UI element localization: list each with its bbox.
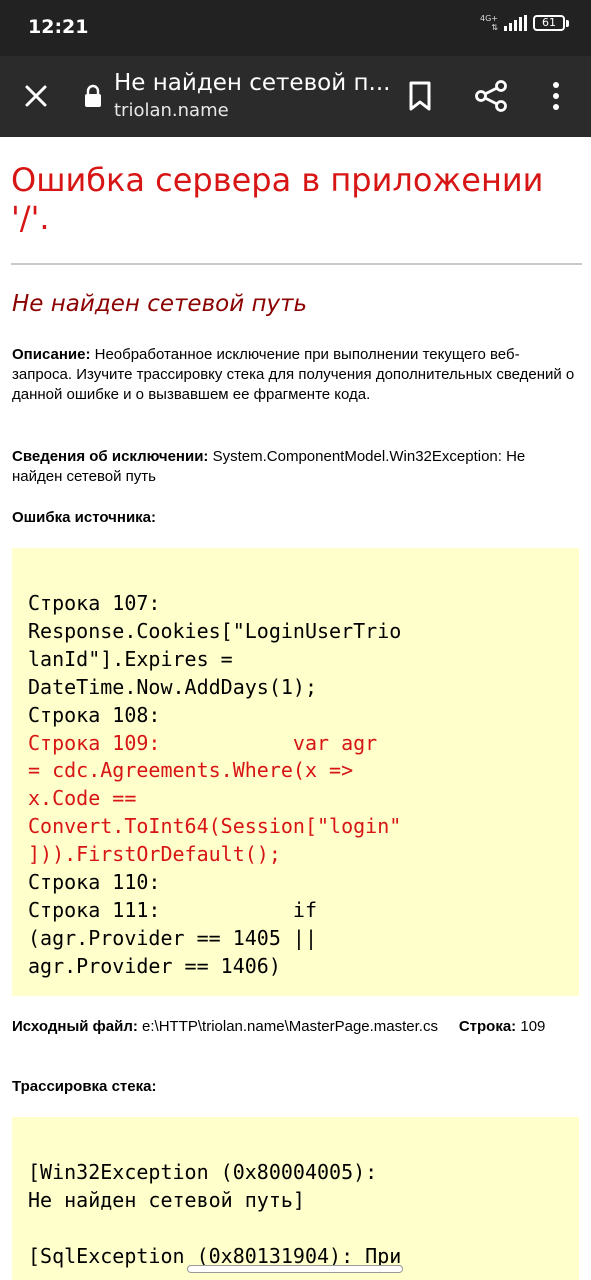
source-error-label: Ошибка источника: [12,509,157,526]
error-code-line: = cdc.Agreements.Where(x => [28,758,354,783]
status-time: 12:21 [28,16,89,38]
error-heading: Ошибка сервера в приложении '/'. [11,161,544,237]
divider [11,263,582,265]
code-line: (agr.Provider == 1405 || [28,925,317,950]
error-subheading: Не найден сетевой путь [12,291,308,317]
source-code-block: Строка 107: Response.Cookies["LoginUserT… [12,548,579,996]
battery-icon: 61 [533,15,569,31]
exception-paragraph: Сведения об исключении: System.Component… [12,447,578,487]
code-line: DateTime.Now.AddDays(1); [28,674,317,699]
code-line: agr.Provider == 1406) [28,953,281,978]
code-line: Response.Cookies["LoginUserTrio [28,618,402,643]
code-line: Строка 107: [28,591,161,615]
code-line: Строка 108: [28,702,161,727]
network-type-icon: 4G+ ⇅ [480,14,498,32]
share-icon[interactable] [473,78,509,114]
error-code-line: x.Code == [28,786,137,811]
code-line: Строка 110: [28,870,161,895]
exception-label: Сведения об исключении: [12,448,209,465]
line-label: Строка: [458,1018,517,1035]
gesture-navigation-bar[interactable] [188,1266,402,1272]
source-file-path: e:\HTTP\triolan.name\MasterPage.master.c… [142,1018,438,1035]
close-icon[interactable] [20,80,52,112]
stack-trace-line [28,1215,579,1243]
error-code-line: Convert.ToInt64(Session["login" [28,814,402,839]
url-text[interactable]: triolan.name [114,100,229,121]
description-text: Необработанное исключение при выполнении… [12,346,575,403]
source-file-label: Исходный файл: [12,1018,138,1035]
description-paragraph: Описание: Необработанное исключение при … [12,345,578,405]
more-options-icon[interactable] [544,79,568,113]
code-line: Строка 111: if [28,897,317,922]
error-code-line: Строка 109: var agr [28,730,378,755]
stack-trace-label: Трассировка стека: [12,1078,157,1095]
source-error-paragraph: Ошибка источника: [12,508,578,528]
description-label: Описание: [12,346,91,363]
stack-trace-paragraph: Трассировка стека: [12,1077,578,1097]
bookmark-icon[interactable] [404,79,436,113]
network-type-label: 4G+ [480,14,498,23]
stack-trace-line: Не найден сетевой путь] [28,1187,305,1212]
stack-trace-block: [Win32Exception (0x80004005): Не найден … [12,1117,579,1280]
browser-toolbar: Не найден сетевой п... triolan.name [0,56,591,137]
stack-trace-line: [Win32Exception (0x80004005): [28,1160,378,1184]
page-content: Ошибка сервера в приложении '/'. Не найд… [0,137,591,1280]
status-indicators: 4G+ ⇅ 61 [480,14,569,32]
page-title[interactable]: Не найден сетевой п... [114,70,390,96]
source-file-paragraph: Исходный файл: e:\HTTP\triolan.name\Mast… [12,1017,578,1037]
error-code-line: ])).FirstOrDefault(); [28,842,281,867]
line-number: 109 [520,1018,546,1035]
signal-strength-icon [504,15,527,31]
status-bar: 12:21 4G+ ⇅ 61 [0,0,591,56]
code-line: lanId"].Expires = [28,646,233,671]
battery-level: 61 [533,15,565,31]
lock-icon [85,84,101,107]
